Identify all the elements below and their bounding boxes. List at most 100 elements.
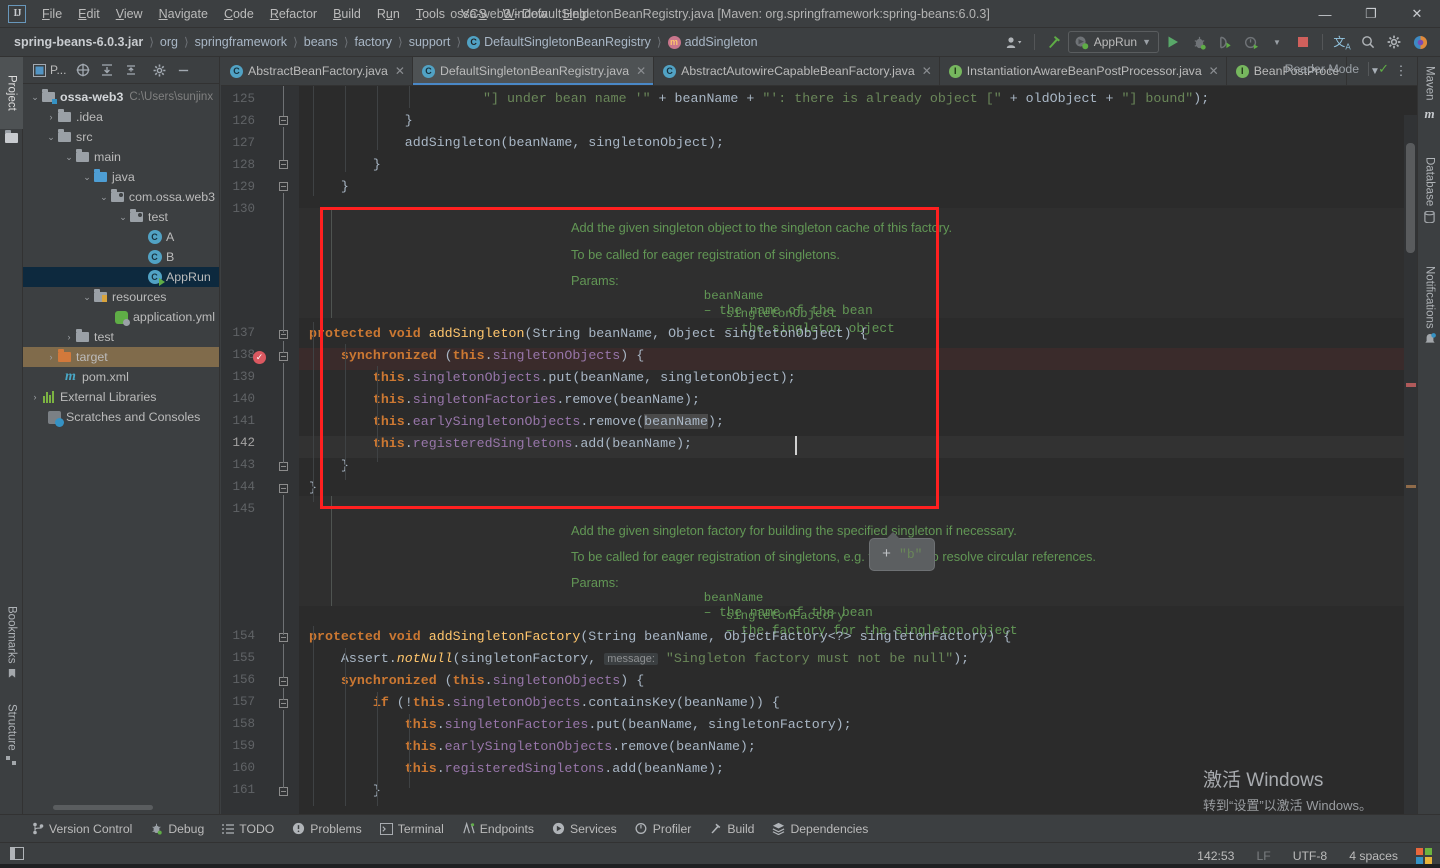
search-icon[interactable] <box>1356 31 1380 53</box>
chevron-right-icon[interactable]: › <box>63 332 75 342</box>
chevron-right-icon[interactable]: › <box>45 352 57 362</box>
bottom-tool-problems[interactable]: Problems <box>284 819 369 839</box>
expand-all-icon[interactable] <box>96 60 118 81</box>
tree-node-external-libraries[interactable]: › External Libraries <box>23 387 219 407</box>
editor-tab-abstractautowirecapablebeanfactory[interactable]: C AbstractAutowireCapableBeanFactory.jav… <box>654 57 940 85</box>
code-viewport[interactable]: 125 126 127 128 129 130 137 138 139 140 … <box>221 86 1417 814</box>
chevron-down-icon[interactable]: ⌄ <box>45 132 57 143</box>
collapse-all-icon[interactable] <box>120 60 142 81</box>
editor-tab-instantiationawarebeanpostprocessor[interactable]: I InstantiationAwareBeanPostProcessor.ja… <box>940 57 1227 85</box>
close-icon[interactable]: ✕ <box>395 64 405 78</box>
sidebar-item-database[interactable]: Database <box>1418 145 1440 235</box>
bottom-tool-endpoints[interactable]: Endpoints <box>454 819 542 839</box>
run-with-coverage-button[interactable] <box>1213 31 1237 53</box>
fold-marker[interactable] <box>279 116 290 127</box>
profiler-dropdown-icon[interactable]: ▼ <box>1265 31 1289 53</box>
line-separator[interactable]: LF <box>1252 847 1274 865</box>
editor-tab-abstractbeanfactory[interactable]: C AbstractBeanFactory.java ✕ <box>221 57 413 85</box>
chevron-down-icon[interactable]: ⌄ <box>63 152 75 163</box>
menu-window[interactable]: Window <box>495 3 555 25</box>
breadcrumb-item-method[interactable]: m addSingleton <box>664 33 762 51</box>
menu-view[interactable]: View <box>108 3 151 25</box>
menu-code[interactable]: Code <box>216 3 262 25</box>
editor-scrollbar-thumb[interactable] <box>1406 143 1415 253</box>
tree-node-target[interactable]: › target <box>23 347 219 367</box>
minimize-button[interactable]: — <box>1302 0 1348 28</box>
fold-marker[interactable] <box>279 462 290 473</box>
indent-setting[interactable]: 4 spaces <box>1345 847 1402 865</box>
debug-button[interactable] <box>1187 31 1211 53</box>
breadcrumb-item-org[interactable]: org <box>156 33 182 51</box>
tree-node-package-test[interactable]: ⌄ test <box>23 207 219 227</box>
close-icon[interactable]: ✕ <box>922 64 932 78</box>
translate-icon[interactable]: 文A <box>1330 31 1354 53</box>
chevron-down-icon[interactable]: ⌄ <box>98 192 110 203</box>
change-marker[interactable] <box>1406 485 1416 488</box>
breadcrumb-item-factory[interactable]: factory <box>351 33 397 51</box>
bottom-tool-version-control[interactable]: Version Control <box>24 819 140 839</box>
breadcrumb-item-support[interactable]: support <box>405 33 455 51</box>
fold-marker[interactable] <box>279 484 290 495</box>
project-panel-title[interactable]: P... <box>29 63 70 77</box>
reader-mode-indicator[interactable]: Reader Mode ✓ <box>1285 61 1389 77</box>
breadcrumb-item-springframework[interactable]: springframework <box>191 33 291 51</box>
tree-node-application-yml[interactable]: application.yml <box>23 307 219 327</box>
menu-file[interactable]: File <box>34 3 70 25</box>
inspection-check-icon[interactable]: ✓ <box>1378 61 1389 77</box>
menu-run[interactable]: Run <box>369 3 408 25</box>
close-button[interactable]: ✕ <box>1394 0 1440 28</box>
fold-marker[interactable] <box>279 633 290 644</box>
fold-marker[interactable] <box>279 677 290 688</box>
editor-tab-defaultsingletonbeanregistry[interactable]: C DefaultSingletonBeanRegistry.java ✕ <box>412 57 655 85</box>
error-marker[interactable] <box>1406 383 1416 387</box>
tree-node-java[interactable]: ⌄ java <box>23 167 219 187</box>
menu-edit[interactable]: Edit <box>70 3 108 25</box>
chevron-down-icon[interactable]: ⌄ <box>81 292 93 303</box>
sidebar-item-structure[interactable]: Structure <box>0 694 23 776</box>
append-string-popup[interactable]: + "b" <box>869 532 936 571</box>
bottom-tool-profiler[interactable]: Profiler <box>627 819 700 839</box>
fold-marker[interactable] <box>279 699 290 710</box>
menu-navigate[interactable]: Navigate <box>151 3 216 25</box>
chevron-right-icon[interactable]: › <box>29 392 41 402</box>
bottom-tool-debug[interactable]: Debug <box>142 819 212 839</box>
fold-marker[interactable] <box>279 330 290 341</box>
tree-node-pom-xml[interactable]: m pom.xml <box>23 367 219 387</box>
menu-vcs[interactable]: VCS <box>453 3 495 25</box>
tree-node-class-b[interactable]: C B <box>23 247 219 267</box>
fold-marker[interactable] <box>279 182 290 193</box>
chevron-down-icon[interactable]: ⌄ <box>29 92 41 103</box>
fold-marker[interactable] <box>279 352 290 363</box>
bottom-tool-build[interactable]: Build <box>701 819 762 839</box>
project-panel-scrollbar[interactable] <box>53 805 153 810</box>
menu-refactor[interactable]: Refactor <box>262 3 325 25</box>
run-button[interactable] <box>1161 31 1185 53</box>
file-encoding[interactable]: UTF-8 <box>1289 847 1332 865</box>
tree-node-package-com-ossa-web3[interactable]: ⌄ com.ossa.web3 <box>23 187 219 207</box>
menu-build[interactable]: Build <box>325 3 369 25</box>
editor-gutter[interactable]: 125 126 127 128 129 130 137 138 139 140 … <box>221 86 299 814</box>
editor-marker-bar[interactable] <box>1404 115 1417 814</box>
hide-panel-icon[interactable] <box>172 60 194 81</box>
sidebar-item-bookmarks[interactable]: Bookmarks <box>0 600 23 684</box>
breakpoint-icon[interactable]: ✓ <box>253 351 266 364</box>
more-options-icon[interactable]: ⋮ <box>1389 60 1413 82</box>
close-icon[interactable]: ✕ <box>1209 64 1219 78</box>
user-account-icon[interactable] <box>1003 31 1027 53</box>
tree-node-main[interactable]: ⌄ main <box>23 147 219 167</box>
bottom-tool-dependencies[interactable]: Dependencies <box>764 819 876 839</box>
run-configuration-selector[interactable]: AppRun ▼ <box>1067 31 1159 53</box>
breadcrumb-item-beans[interactable]: beans <box>300 33 342 51</box>
project-settings-gear-icon[interactable] <box>148 60 170 81</box>
menu-tools[interactable]: Tools <box>408 3 453 25</box>
tree-node-test-folder[interactable]: › test <box>23 327 219 347</box>
tree-node-scratches[interactable]: Scratches and Consoles <box>23 407 219 427</box>
tree-node-src[interactable]: ⌄ src <box>23 127 219 147</box>
fold-marker[interactable] <box>279 787 290 798</box>
sidebar-item-project[interactable]: Project <box>0 57 23 129</box>
ai-assistant-icon[interactable] <box>1408 31 1432 53</box>
chevron-down-icon[interactable]: ⌄ <box>117 212 129 223</box>
scroll-from-source-icon[interactable] <box>72 60 94 81</box>
chevron-down-icon[interactable]: ⌄ <box>81 172 93 183</box>
bottom-tool-todo[interactable]: TODO <box>214 819 282 839</box>
